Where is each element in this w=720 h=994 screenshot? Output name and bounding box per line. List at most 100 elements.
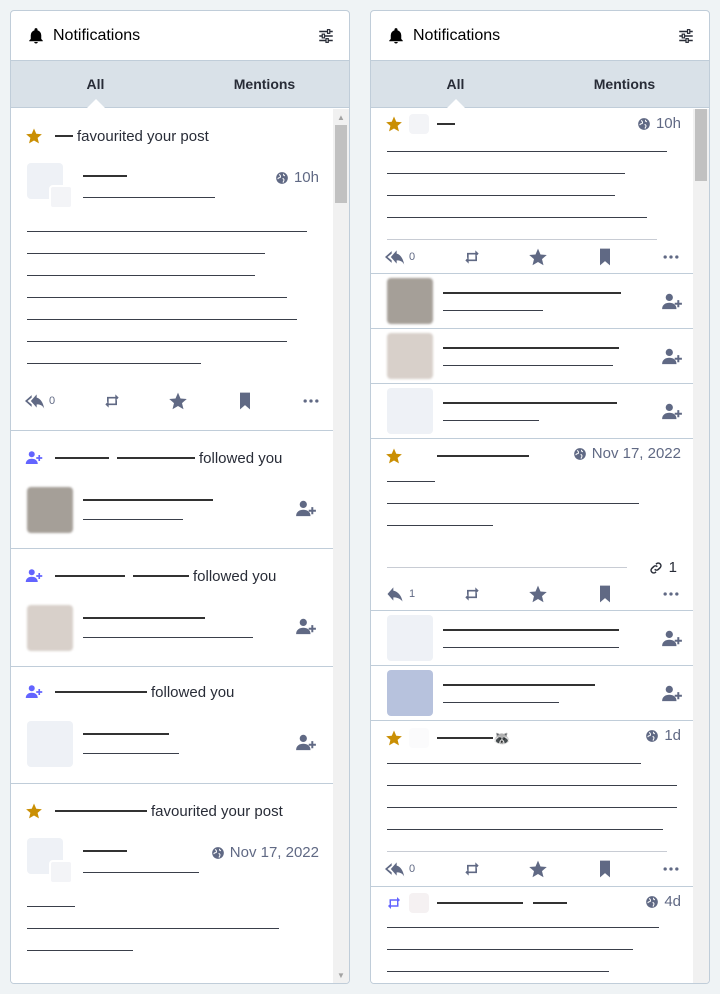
follow-back-button[interactable] [661,629,683,647]
boost-button[interactable] [462,247,482,267]
avatar[interactable] [387,615,433,661]
more-button[interactable] [661,247,681,267]
follow-back-button[interactable] [295,733,317,751]
reply-button[interactable]: 1 [385,584,415,604]
more-button[interactable] [301,391,321,411]
column-header[interactable]: Notifications [371,11,709,61]
notification-favourite[interactable]: favourited your post 10h 0 [11,109,333,431]
favourite-button[interactable] [528,247,548,267]
notification-follow[interactable]: followed you [11,431,333,549]
more-button[interactable] [661,859,681,879]
avatar[interactable] [387,670,433,716]
display-name[interactable] [443,398,617,408]
tab-all[interactable]: All [11,61,180,108]
display-name[interactable] [83,495,213,505]
bookmark-button[interactable] [595,584,615,604]
scrollbar[interactable] [693,109,709,983]
notification-follow[interactable] [371,666,693,721]
tab-mentions[interactable]: Mentions [540,61,709,107]
boost-button[interactable] [102,391,122,411]
reply-button[interactable]: 0 [25,391,55,411]
notification-favourite[interactable]: favourited your post Nov 17, 2022 [11,784,333,983]
display-name[interactable] [443,343,619,353]
reply-button[interactable]: 0 [385,247,415,267]
scrollbar[interactable]: ▲ ▼ [333,109,349,983]
display-name[interactable] [443,680,595,690]
display-name[interactable] [443,625,619,635]
notification-follow[interactable] [371,329,693,384]
post-meta[interactable]: 10h [275,169,319,186]
follow-back-button[interactable] [295,617,317,635]
notification-follow[interactable] [371,274,693,329]
avatar[interactable] [387,333,433,379]
display-name[interactable] [83,171,127,181]
settings-sliders-icon[interactable] [677,27,695,45]
display-name[interactable] [55,453,109,463]
scroll-down-arrow[interactable]: ▼ [333,967,349,983]
avatar[interactable] [387,388,433,434]
notification-list[interactable]: favourited your post 10h 0 followed you … [11,109,349,983]
post-meta[interactable]: 1d [645,727,681,744]
follow-back-button[interactable] [661,684,683,702]
link-count[interactable]: 1 [648,559,677,576]
avatar[interactable] [409,728,429,748]
follow-back-button[interactable] [661,292,683,310]
avatar[interactable] [409,446,429,466]
notification-list[interactable]: 10h 0 Nov 17, 2022 1 1 🦝 1d 0 4d [371,109,709,983]
favourite-button[interactable] [168,391,188,411]
column-header[interactable]: Notifications [11,11,349,61]
follow-back-button[interactable] [661,402,683,420]
reply-button[interactable]: 0 [385,859,415,879]
post-meta[interactable]: 10h [637,115,681,132]
display-name[interactable] [443,288,621,298]
scroll-thumb[interactable] [335,125,347,203]
scroll-up-arrow[interactable]: ▲ [333,109,349,125]
avatar[interactable] [409,893,429,913]
account-name[interactable] [55,131,73,141]
avatar[interactable] [387,278,433,324]
account-name[interactable] [437,733,493,743]
account-name[interactable] [55,806,147,816]
scroll-thumb[interactable] [695,109,707,181]
post-meta[interactable]: Nov 17, 2022 [211,844,319,861]
account-name[interactable] [437,451,529,461]
notification-favourite[interactable]: Nov 17, 2022 1 1 [371,439,693,611]
boost-button[interactable] [462,584,482,604]
notification-favourite[interactable]: 10h 0 [371,109,693,274]
avatar[interactable] [27,605,73,651]
avatar[interactable] [409,114,429,134]
follow-back-button[interactable] [295,499,317,517]
notification-follow[interactable] [371,611,693,666]
follow-back-button[interactable] [661,347,683,365]
tab-mentions[interactable]: Mentions [180,61,349,107]
settings-sliders-icon[interactable] [317,27,335,45]
display-name[interactable] [83,729,169,739]
display-name[interactable] [83,846,127,856]
post-meta[interactable]: 4d [645,893,681,910]
notification-follow[interactable] [371,384,693,439]
tab-all[interactable]: All [371,61,540,108]
favourite-button[interactable] [528,859,548,879]
account-name[interactable] [55,687,147,697]
link-preview[interactable] [387,563,627,573]
display-name[interactable] [55,571,125,581]
post-meta[interactable]: Nov 17, 2022 [573,445,681,462]
account-name[interactable] [533,898,567,908]
notification-follow[interactable]: followed you [11,549,333,667]
notification-favourite[interactable]: 🦝 1d 0 [371,721,693,887]
account-name[interactable] [117,453,195,463]
boost-button[interactable] [462,859,482,879]
display-name[interactable] [83,613,205,623]
favourite-button[interactable] [528,584,548,604]
account-name[interactable] [437,119,455,129]
avatar[interactable] [27,721,73,767]
more-button[interactable] [661,584,681,604]
notification-follow[interactable]: followed you [11,667,333,784]
avatar[interactable] [27,487,73,533]
account-name[interactable] [133,571,189,581]
bookmark-button[interactable] [595,859,615,879]
bookmark-button[interactable] [235,391,255,411]
display-name[interactable] [437,898,523,908]
notification-boost[interactable]: 4d [371,887,693,983]
bookmark-button[interactable] [595,247,615,267]
